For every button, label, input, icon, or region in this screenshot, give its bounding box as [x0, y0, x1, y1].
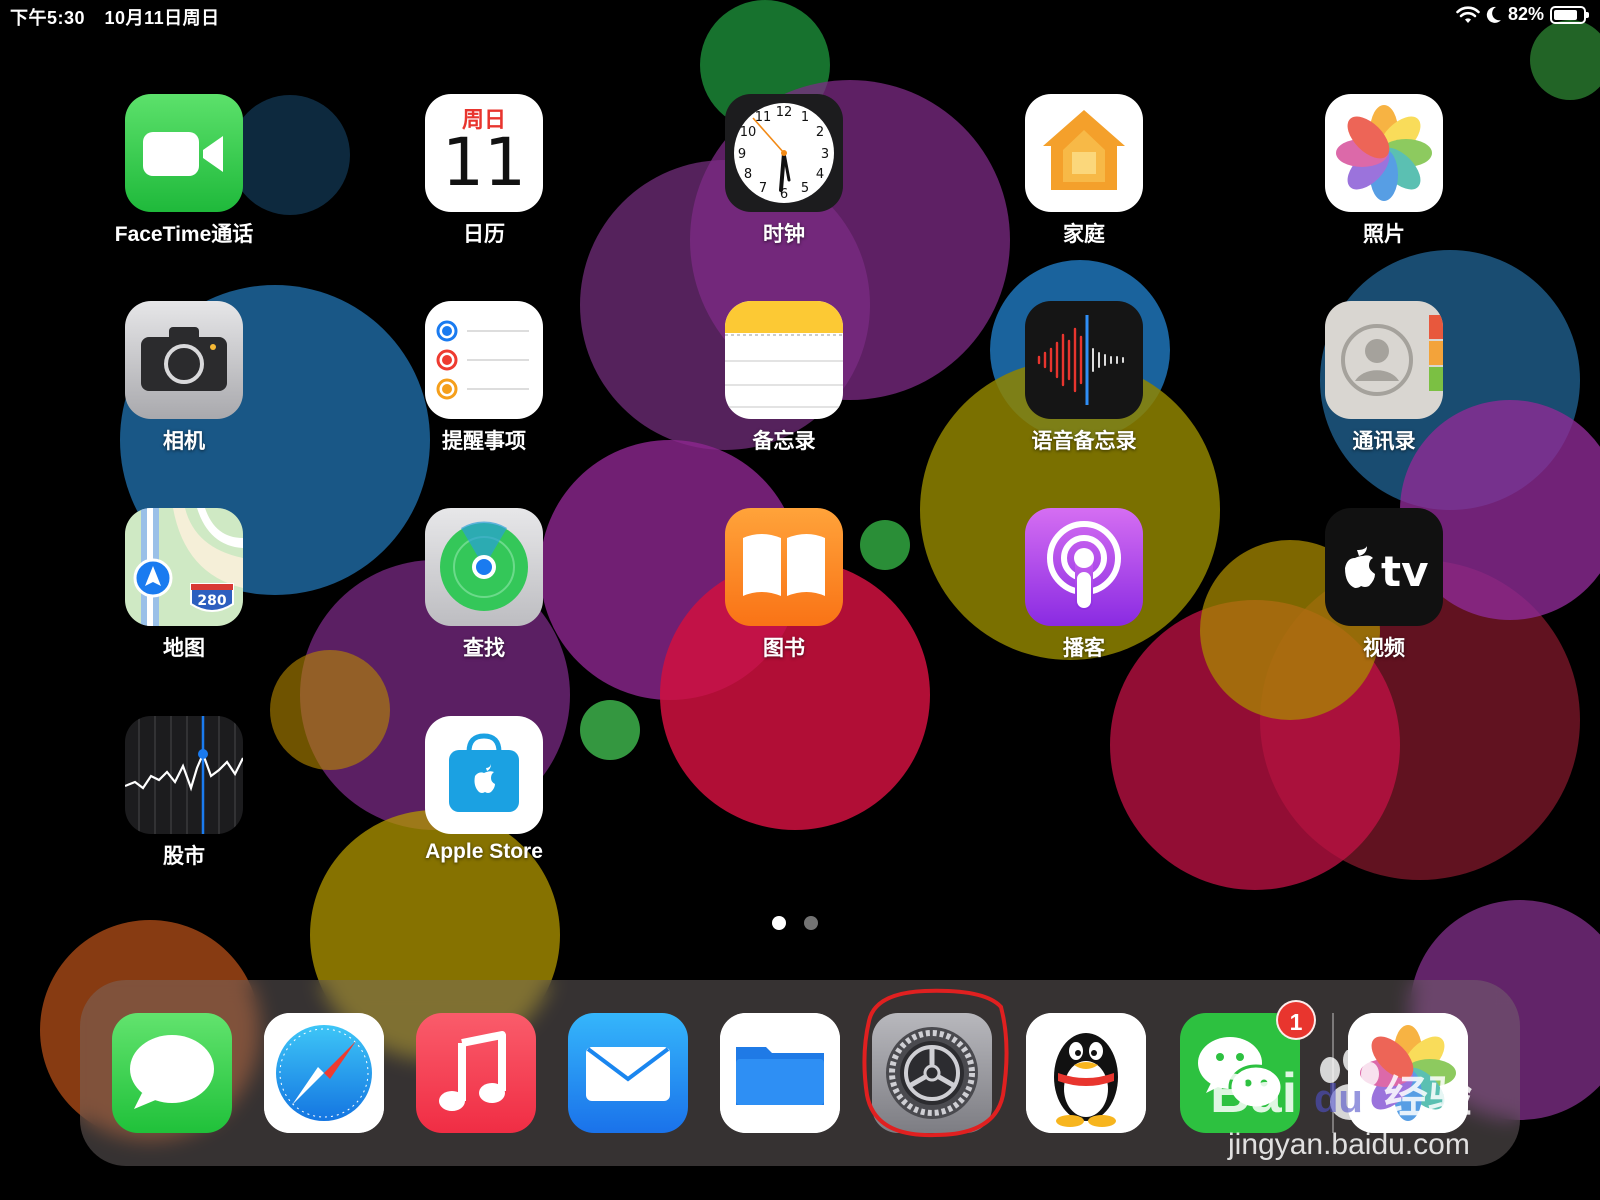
- status-time: 下午5:30: [10, 8, 86, 28]
- dock-messages[interactable]: [112, 1013, 232, 1133]
- clock-icon: 12 1 2 345 678 9 10 11: [725, 94, 843, 212]
- notes-label: 备忘录: [752, 430, 816, 453]
- watermark-url: jingyan.baidu.com: [1228, 1128, 1470, 1161]
- app-books[interactable]: 图书: [684, 508, 884, 668]
- app-voice-memos[interactable]: 语音备忘录: [984, 301, 1184, 461]
- reminders-label: 提醒事项: [442, 430, 526, 453]
- mail-icon: [568, 1013, 688, 1133]
- tv-label: 视频: [1363, 637, 1405, 660]
- app-clock[interactable]: 12 1 2 345 678 9 10 11 时钟: [684, 94, 884, 254]
- wechat-notification-badge: 1: [1276, 1000, 1316, 1040]
- podcasts-label: 播客: [1063, 637, 1105, 660]
- svg-text:1: 1: [801, 110, 809, 125]
- find-my-label: 查找: [463, 637, 505, 660]
- dock-qq[interactable]: [1026, 1013, 1146, 1133]
- dock-settings[interactable]: [872, 1013, 992, 1133]
- app-reminders[interactable]: 提醒事项: [384, 301, 584, 461]
- calendar-label: 日历: [463, 223, 505, 246]
- app-camera[interactable]: 相机: [84, 301, 284, 461]
- camera-label: 相机: [163, 430, 205, 453]
- clock-label: 时钟: [763, 223, 805, 246]
- calendar-icon: 周日 11: [425, 94, 543, 212]
- books-label: 图书: [763, 637, 805, 660]
- app-contacts[interactable]: 通讯录: [1284, 301, 1484, 461]
- battery-percentage: 82%: [1507, 4, 1544, 24]
- calendar-day: 11: [442, 124, 526, 201]
- dock-music[interactable]: [416, 1013, 536, 1133]
- voice-memos-label: 语音备忘录: [1031, 430, 1137, 453]
- svg-text:3: 3: [821, 147, 829, 162]
- page-dot-1[interactable]: [772, 916, 786, 930]
- contacts-label: 通讯录: [1352, 430, 1416, 453]
- messages-icon: [112, 1013, 232, 1133]
- settings-gear-icon: [872, 1013, 992, 1133]
- app-apple-store[interactable]: Apple Store: [384, 716, 584, 876]
- dock-safari[interactable]: [264, 1013, 384, 1133]
- maps-route-number: 280: [197, 593, 226, 609]
- app-find-my[interactable]: 查找: [384, 508, 584, 668]
- photos-icon: [1325, 94, 1443, 212]
- app-stocks[interactable]: 股市: [84, 716, 284, 876]
- battery-level: [1554, 9, 1577, 20]
- status-date: 10月11日周日: [104, 8, 220, 28]
- app-podcasts[interactable]: 播客: [984, 508, 1184, 668]
- svg-text:8: 8: [744, 167, 752, 182]
- svg-text:12: 12: [776, 105, 793, 120]
- reminders-icon: [425, 301, 543, 419]
- maps-label: 地图: [163, 637, 205, 660]
- stocks-icon: [125, 716, 243, 834]
- app-calendar[interactable]: 周日 11 日历: [384, 94, 584, 254]
- wifi-icon: [1456, 5, 1480, 23]
- apple-store-label: Apple Store: [425, 840, 543, 863]
- voice-memos-icon: [1025, 301, 1143, 419]
- photos-label: 照片: [1363, 223, 1405, 246]
- app-facetime[interactable]: FaceTime通话: [84, 94, 284, 254]
- files-icon: [720, 1013, 840, 1133]
- svg-text:2: 2: [816, 125, 824, 140]
- books-icon: [725, 508, 843, 626]
- status-time-date: 下午5:30 10月11日周日: [10, 4, 220, 30]
- status-indicators: 82%: [1456, 4, 1589, 25]
- app-maps[interactable]: 280 地图: [84, 508, 284, 668]
- svg-text:5: 5: [801, 181, 809, 196]
- home-icon: [1025, 94, 1143, 212]
- facetime-label: FaceTime通话: [114, 223, 254, 246]
- dock-divider: [1332, 1013, 1334, 1133]
- maps-icon: 280: [125, 508, 243, 626]
- podcasts-icon: [1025, 508, 1143, 626]
- music-icon: [416, 1013, 536, 1133]
- find-my-icon: [425, 508, 543, 626]
- status-bar: 下午5:30 10月11日周日 82%: [0, 0, 1600, 32]
- app-tv[interactable]: tv 视频: [1284, 508, 1484, 668]
- svg-text:9: 9: [738, 147, 746, 162]
- home-label: 家庭: [1063, 223, 1105, 246]
- stocks-label: 股市: [163, 845, 205, 868]
- dock-recent-photos[interactable]: [1348, 1013, 1468, 1133]
- app-home[interactable]: 家庭: [984, 94, 1184, 254]
- camera-icon: [125, 301, 243, 419]
- facetime-icon: [125, 94, 243, 212]
- page-dot-2[interactable]: [804, 916, 818, 930]
- notes-icon: [725, 301, 843, 419]
- safari-icon: [264, 1013, 384, 1133]
- app-photos[interactable]: 照片: [1284, 94, 1484, 254]
- moon-icon: [1486, 6, 1501, 23]
- svg-text:10: 10: [740, 125, 757, 140]
- contacts-icon: [1325, 301, 1443, 419]
- svg-text:4: 4: [816, 167, 824, 182]
- apple-store-icon: [425, 716, 543, 834]
- page-indicator[interactable]: [772, 916, 818, 930]
- battery-icon: [1550, 5, 1589, 24]
- tv-wordmark: tv: [1381, 547, 1428, 596]
- app-notes[interactable]: 备忘录: [684, 301, 884, 461]
- photos-recent-icon: [1348, 1013, 1468, 1133]
- dock-mail[interactable]: [568, 1013, 688, 1133]
- qq-penguin-icon: [1026, 1013, 1146, 1133]
- svg-text:7: 7: [759, 181, 767, 196]
- dock-files[interactable]: [720, 1013, 840, 1133]
- tv-icon: tv: [1325, 508, 1443, 626]
